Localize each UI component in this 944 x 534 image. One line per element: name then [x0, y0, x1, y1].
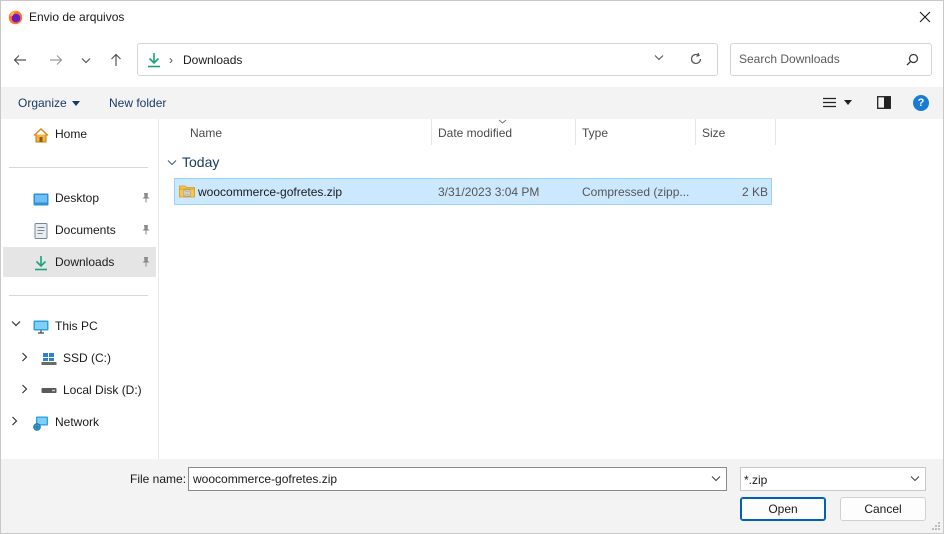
sidebar-item-home[interactable]: Home — [1, 119, 157, 149]
help-button[interactable]: ? — [913, 95, 929, 111]
network-icon — [33, 415, 49, 431]
arrow-up-icon — [111, 53, 121, 66]
file-size: 2 KB — [741, 185, 768, 199]
chevron-down-icon — [81, 57, 91, 63]
group-label: Today — [182, 154, 220, 170]
column-header-label: Type — [582, 126, 609, 140]
sidebar-item-local-disk-d[interactable]: Local Disk (D:) — [1, 375, 157, 405]
firefox-icon — [8, 10, 23, 25]
column-header-label: Size — [702, 126, 726, 140]
home-icon — [33, 127, 49, 143]
file-type-filter[interactable]: *.zip — [740, 467, 926, 491]
column-header-label: Name — [190, 126, 223, 140]
breadcrumb-downloads[interactable]: Downloads — [183, 53, 242, 67]
chevron-down-icon[interactable] — [11, 320, 21, 327]
file-type: Compressed (zipp... — [582, 185, 690, 199]
file-date-modified: 3/31/2023 3:04 PM — [438, 185, 540, 199]
disk-icon — [41, 383, 57, 399]
arrow-left-icon — [13, 55, 26, 65]
up-button[interactable] — [105, 49, 127, 71]
bottom-bar: File name: *.zip Open Cancel — [1, 459, 943, 533]
file-type-filter-value: *.zip — [744, 473, 768, 487]
sidebar-item-this-pc[interactable]: This PC — [1, 311, 157, 341]
sidebar-item-ssd-c[interactable]: SSD (C:) — [1, 343, 157, 373]
close-button[interactable] — [911, 3, 939, 31]
search-input[interactable] — [739, 52, 899, 66]
command-bar: Organize New folder ? — [1, 87, 943, 119]
close-icon — [919, 11, 931, 23]
caret-down-icon — [844, 100, 852, 105]
file-name-label: File name: — [130, 472, 187, 486]
column-header-date-modified[interactable]: Date modified — [432, 119, 576, 145]
file-name-input[interactable] — [193, 472, 698, 486]
title-bar: Envio de arquivos — [1, 1, 943, 33]
pin-icon[interactable] — [141, 192, 151, 203]
arrow-right-icon — [50, 55, 63, 65]
list-view-icon — [823, 97, 836, 108]
caret-down-icon — [71, 100, 80, 106]
chevron-right-icon[interactable] — [11, 416, 18, 426]
chevron-down-icon[interactable] — [654, 54, 664, 61]
sidebar-item-label: Local Disk (D:) — [63, 383, 142, 397]
preview-pane-icon[interactable] — [877, 96, 891, 109]
column-header-name[interactable]: Name — [184, 119, 432, 145]
sidebar-item-downloads[interactable]: Downloads — [3, 247, 156, 277]
downloads-icon — [148, 53, 160, 68]
cancel-button[interactable]: Cancel — [840, 497, 926, 521]
organize-label: Organize — [18, 96, 67, 110]
file-dialog-window: Envio de arquivos › Downloads Search Dow… — [0, 0, 944, 534]
chevron-down-icon[interactable] — [711, 475, 721, 482]
sidebar-item-label: SSD (C:) — [63, 351, 111, 365]
new-folder-button[interactable]: New folder — [109, 96, 166, 110]
file-name-combobox[interactable] — [188, 467, 727, 491]
sidebar-divider — [9, 167, 148, 168]
sidebar-item-documents[interactable]: Documents — [1, 215, 157, 245]
sidebar-item-label: Home — [55, 127, 88, 141]
sidebar-item-label: Documents — [55, 223, 116, 237]
chevron-right-icon[interactable] — [21, 352, 28, 362]
pin-icon[interactable] — [141, 256, 151, 267]
recent-locations-button[interactable] — [75, 49, 97, 71]
sidebar-item-label: Desktop — [55, 191, 100, 205]
navigation-bar: › Downloads — [1, 33, 943, 87]
address-bar[interactable]: › Downloads — [137, 43, 718, 76]
breadcrumb-separator: › — [169, 53, 173, 67]
refresh-icon[interactable] — [689, 52, 703, 66]
help-icon: ? — [917, 97, 925, 109]
sidebar-divider — [9, 295, 148, 296]
desktop-icon — [33, 191, 49, 207]
pin-icon[interactable] — [141, 224, 151, 235]
documents-icon — [33, 223, 49, 239]
computer-icon — [33, 319, 49, 335]
resize-grip-icon[interactable] — [931, 521, 941, 531]
file-list: Name Date modified Type Size Today wooco… — [159, 119, 943, 459]
sidebar-item-label: This PC — [55, 319, 98, 333]
view-options-button[interactable] — [823, 97, 852, 108]
chevron-down-icon — [910, 476, 920, 482]
drive-icon — [41, 351, 57, 367]
open-button[interactable]: Open — [740, 497, 826, 521]
search-box[interactable] — [730, 43, 932, 76]
zip-folder-icon — [179, 185, 195, 198]
search-icon[interactable] — [906, 53, 919, 66]
forward-button[interactable] — [45, 49, 67, 71]
sidebar-item-label: Network — [55, 415, 100, 429]
chevron-right-icon[interactable] — [21, 384, 28, 394]
sidebar-item-network[interactable]: Network — [1, 407, 157, 437]
sidebar-item-desktop[interactable]: Desktop — [1, 183, 157, 213]
chevron-down-icon — [167, 159, 177, 165]
column-header-size[interactable]: Size — [696, 119, 776, 145]
back-button[interactable] — [9, 49, 31, 71]
organize-button[interactable]: Organize — [18, 96, 80, 110]
sidebar-item-label: Downloads — [55, 255, 115, 269]
column-header-type[interactable]: Type — [576, 119, 696, 145]
downloads-icon — [33, 255, 49, 271]
column-header-label: Date modified — [438, 126, 513, 140]
file-name: woocommerce-gofretes.zip — [198, 185, 343, 199]
file-row[interactable]: woocommerce-gofretes.zip 3/31/2023 3:04 … — [174, 178, 772, 205]
window-title: Envio de arquivos — [29, 10, 125, 24]
group-header-today[interactable]: Today — [167, 154, 219, 170]
navigation-pane: Home Desktop Documents Downloads This PC… — [1, 119, 159, 459]
